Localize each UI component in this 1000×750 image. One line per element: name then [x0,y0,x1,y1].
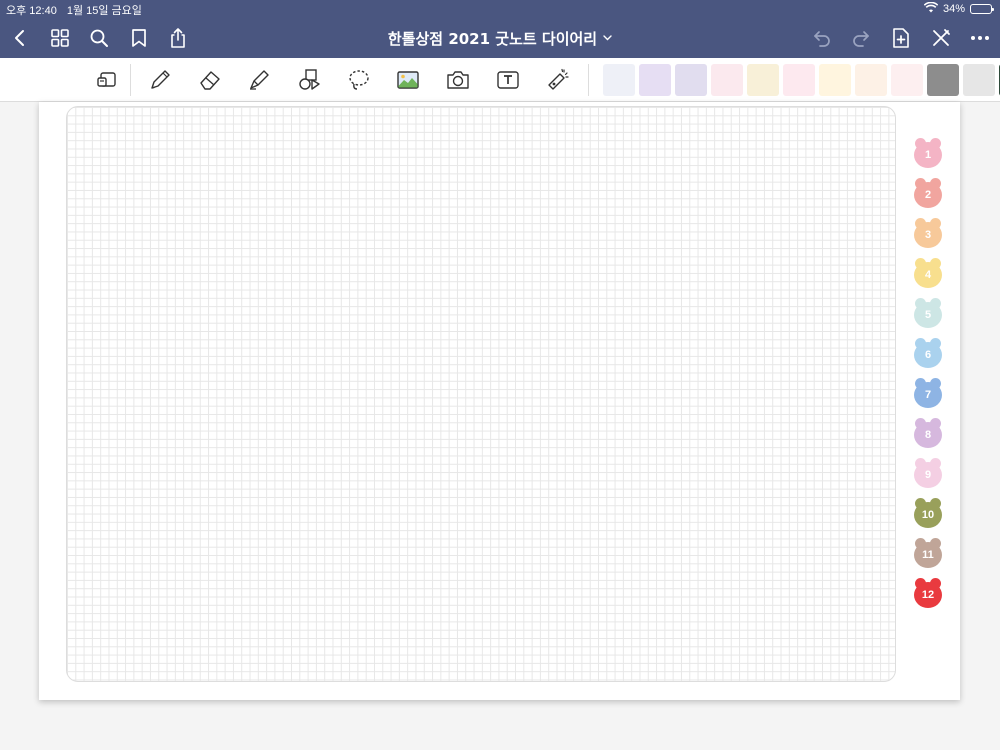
month-tab-label: 4 [914,262,942,288]
month-tab-4[interactable]: 4 [914,258,942,288]
toolbar-divider [130,64,131,96]
tool-bar [0,58,1000,102]
month-tab-3[interactable]: 3 [914,218,942,248]
share-icon[interactable] [166,26,190,50]
pen-icon[interactable] [146,66,174,94]
document-title-text: 한톨상점 2021 굿노트 다이어리 [387,30,598,48]
month-tab-label: 9 [914,462,942,488]
eraser-icon[interactable] [196,66,224,94]
month-tab-label: 6 [914,342,942,368]
month-tab-label: 7 [914,382,942,408]
month-tab-label: 2 [914,182,942,208]
month-tab-8[interactable]: 8 [914,418,942,448]
more-icon[interactable] [968,26,992,50]
sticker-thumbnail[interactable] [963,64,995,96]
add-page-icon[interactable] [889,26,913,50]
zoom-window-icon[interactable] [94,66,122,94]
month-tab-6[interactable]: 6 [914,338,942,368]
sticker-thumbnail[interactable] [747,64,779,96]
chevron-down-icon [603,33,612,44]
sticker-thumbnail[interactable] [855,64,887,96]
month-tab-5[interactable]: 5 [914,298,942,328]
month-tab-label: 1 [914,142,942,168]
battery-icon [970,4,994,14]
sticker-thumbnail[interactable] [675,64,707,96]
month-tab-11[interactable]: 11 [914,538,942,568]
bookmark-icon[interactable] [127,26,151,50]
sticker-thumbnail[interactable] [891,64,923,96]
wifi-icon [923,1,939,16]
month-tab-label: 12 [914,582,942,608]
status-date: 1월 15일 금요일 [66,5,142,17]
month-tab-label: 3 [914,222,942,248]
sticker-thumbnail[interactable] [927,64,959,96]
undo-icon[interactable] [810,26,834,50]
battery-percent: 34% [942,3,965,15]
month-tab-12[interactable]: 12 [914,578,942,608]
sticker-thumbnail[interactable] [783,64,815,96]
highlighter-icon[interactable] [245,66,273,94]
back-icon[interactable] [8,26,32,50]
month-tab-1[interactable]: 1 [914,138,942,168]
sticker-thumbnail[interactable] [711,64,743,96]
sticker-thumbnail[interactable] [603,64,635,96]
status-bar: 오후 12:40 1월 15일 금요일 34% [0,0,1000,18]
month-tab-label: 5 [914,302,942,328]
month-tab-label: 8 [914,422,942,448]
text-icon[interactable] [494,66,522,94]
lasso-icon[interactable] [345,66,373,94]
close-icon[interactable] [929,26,953,50]
month-tab-10[interactable]: 10 [914,498,942,528]
sticker-thumbnail[interactable] [819,64,851,96]
thumbnails-icon[interactable] [48,26,72,50]
month-tab-2[interactable]: 2 [914,178,942,208]
month-tab-label: 11 [914,542,942,568]
redo-icon[interactable] [849,26,873,50]
shapes-icon[interactable] [295,66,323,94]
notebook-page[interactable]: 1 2 3 4 5 6 7 8 9 10 11 12 [39,102,960,700]
month-tab-7[interactable]: 7 [914,378,942,408]
laser-pointer-icon[interactable] [544,66,572,94]
month-tab-9[interactable]: 9 [914,458,942,488]
document-title[interactable]: 한톨상점 2021 굿노트 다이어리 [388,28,612,49]
app-header: 오후 12:40 1월 15일 금요일 34% 한톨상점 2021 굿노트 다이… [0,0,1000,58]
search-icon[interactable] [87,26,111,50]
status-time: 오후 12:40 [6,5,57,17]
sticker-thumbnail[interactable] [639,64,671,96]
toolbar-divider [588,64,589,96]
month-tab-label: 10 [914,502,942,528]
camera-icon[interactable] [444,66,472,94]
nav-bar: 한톨상점 2021 굿노트 다이어리 [0,18,1000,58]
image-icon[interactable] [394,66,422,94]
grid-paper[interactable] [66,106,896,682]
